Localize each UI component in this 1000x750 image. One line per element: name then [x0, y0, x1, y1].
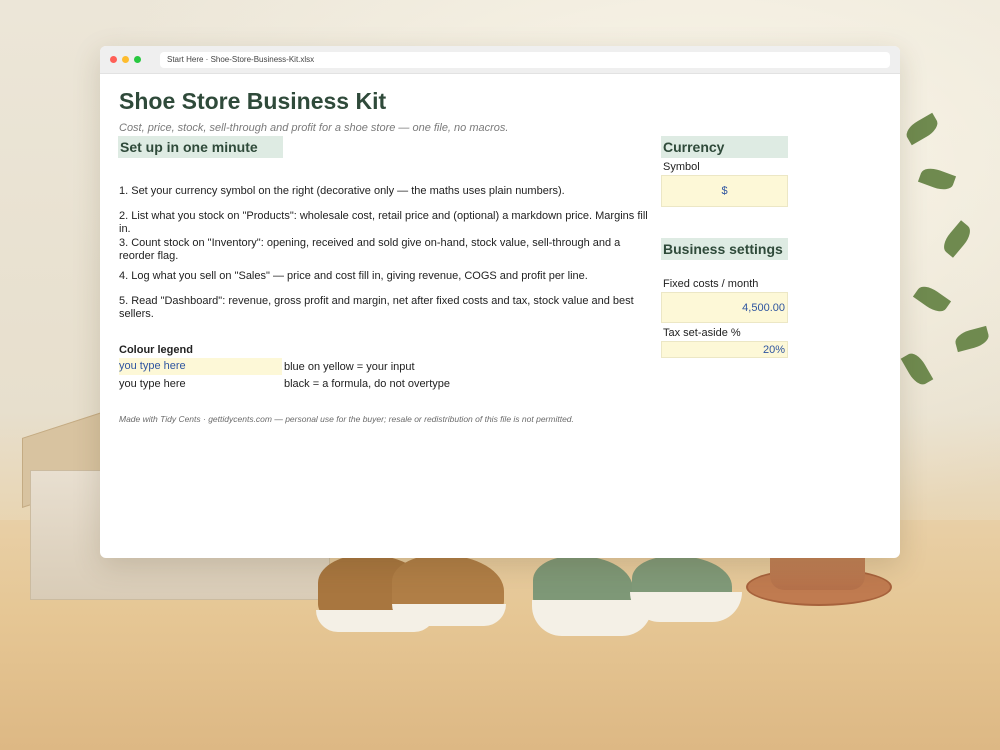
setup-step-4: 4. Log what you sell on "Sales" — price … [119, 270, 588, 282]
legend-input-description: blue on yellow = your input [284, 361, 415, 373]
currency-symbol-input[interactable]: $ [661, 175, 788, 207]
tax-set-aside-value: 20% [762, 343, 785, 356]
legend-formula-description: black = a formula, do not overtype [284, 378, 451, 390]
currency-heading: Currency [661, 136, 788, 158]
setup-step-3: 3. Count stock on "Inventory": opening, … [119, 237, 621, 262]
tax-set-aside-input[interactable]: 20% [661, 341, 788, 358]
setup-heading: Set up in one minute [118, 136, 283, 158]
colour-legend-title: Colour legend [119, 344, 193, 356]
fixed-costs-input[interactable]: 4,500.00 [661, 292, 788, 323]
fixed-costs-value: 4,500.00 [742, 301, 785, 314]
business-settings-heading: Business settings [661, 238, 788, 260]
tax-set-aside-label: Tax set-aside % [663, 327, 741, 339]
close-window-icon[interactable] [110, 56, 117, 63]
window-titlebar: Start Here · Shoe-Store-Business-Kit.xls… [100, 46, 900, 74]
sheet-subtitle: Cost, price, stock, sell-through and pro… [119, 122, 509, 134]
shoe-sole [392, 604, 506, 626]
sheet-area: Shoe Store Business Kit Cost, price, sto… [100, 74, 900, 558]
currency-symbol-label: Symbol [663, 161, 700, 173]
shoe-sole [630, 592, 742, 622]
setup-heading-text: Set up in one minute [120, 139, 258, 155]
sheet-title: Shoe Store Business Kit [119, 88, 387, 114]
maximize-window-icon[interactable] [134, 56, 141, 63]
currency-symbol-value: $ [721, 185, 728, 197]
business-settings-heading-text: Business settings [663, 241, 783, 257]
legend-formula-sample: you type here [119, 378, 186, 390]
file-path-text: Start Here · Shoe-Store-Business-Kit.xls… [167, 55, 315, 64]
setup-step-1: 1. Set your currency symbol on the right… [119, 185, 565, 197]
setup-step-5: 5. Read "Dashboard": revenue, gross prof… [119, 295, 634, 320]
minimize-window-icon[interactable] [122, 56, 129, 63]
currency-heading-text: Currency [663, 139, 725, 155]
legend-input-sample: you type here [119, 358, 282, 375]
file-path-bar[interactable]: Start Here · Shoe-Store-Business-Kit.xls… [160, 51, 890, 68]
sheet-footer: Made with Tidy Cents · gettidycents.com … [119, 414, 574, 424]
setup-step-2: 2. List what you stock on "Products": wh… [119, 210, 648, 235]
spreadsheet-window: Start Here · Shoe-Store-Business-Kit.xls… [100, 46, 900, 558]
fixed-costs-label: Fixed costs / month [663, 278, 759, 290]
